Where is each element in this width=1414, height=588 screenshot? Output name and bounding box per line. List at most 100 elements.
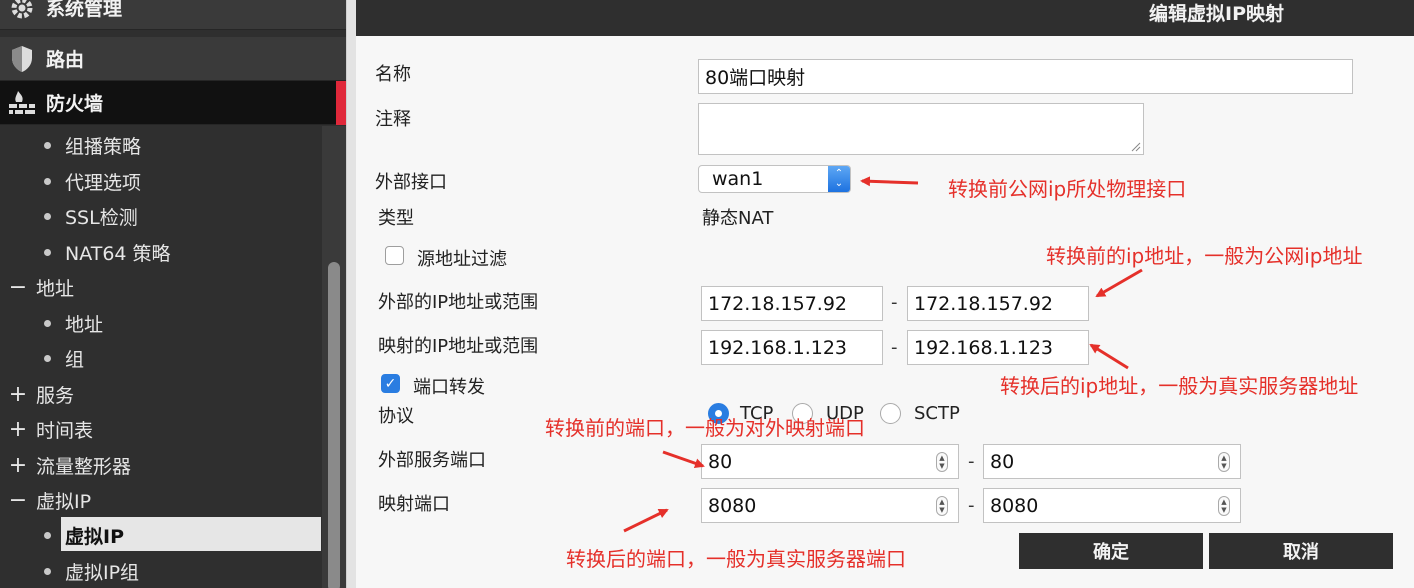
external-port-start-input[interactable]: 80 ▲ ▼ (701, 444, 959, 479)
type-value: 静态NAT (702, 208, 774, 229)
range-dash: - (968, 451, 975, 472)
resize-handle-icon[interactable] (1129, 140, 1141, 152)
external-interface-value: wan1 (712, 168, 764, 190)
name-input[interactable]: 80端口映射 (698, 59, 1353, 94)
bullet-icon (44, 354, 51, 362)
sidebar-item-address[interactable]: 地址 (0, 305, 322, 341)
mapped-port-label: 映射端口 (378, 494, 450, 515)
external-port-label: 外部服务端口 (378, 450, 486, 471)
range-dash: - (891, 337, 898, 358)
name-input-value: 80端口映射 (705, 67, 806, 89)
cancel-button[interactable]: 取消 (1209, 533, 1393, 569)
sidebar-group-label: 流量整形器 (36, 455, 132, 478)
sidebar-item-proxy-options[interactable]: 代理选项 (0, 163, 322, 199)
sidebar-item-address-group[interactable]: 组 (0, 340, 322, 376)
external-interface-select[interactable]: wan1 ⌃ ⌄ (698, 165, 851, 193)
collapse-icon: − (8, 487, 28, 513)
checkmark-icon: ✓ (384, 375, 397, 392)
mapped-port-start-value: 8080 (708, 494, 757, 517)
annotation-external-port: 转换前的端口，一般为对外映射端口 (545, 416, 865, 440)
source-filter-checkbox[interactable] (385, 246, 404, 265)
bullet-icon (44, 531, 51, 539)
annotation-external-interface: 转换前公网ip所处物理接口 (948, 177, 1187, 201)
sidebar-group-label: 服务 (36, 384, 75, 407)
sidebar-group-service[interactable]: + 服务 (0, 376, 322, 412)
sidebar-group-traffic-shaper[interactable]: + 流量整形器 (0, 447, 322, 483)
sidebar-item-label: 虚拟IP组 (65, 561, 140, 584)
protocol-sctp-label: SCTP (914, 403, 960, 424)
sidebar-group-label: 虚拟IP (36, 490, 92, 513)
page-title: 编辑虚拟IP映射 (1149, 3, 1284, 25)
dialog-titlebar: 编辑虚拟IP映射 (356, 0, 1414, 36)
sidebar-item-label: NAT64 策略 (65, 242, 171, 265)
ok-button[interactable]: 确定 (1019, 533, 1203, 569)
active-indicator (336, 81, 346, 125)
mapped-ip-end-input[interactable]: 192.168.1.123 (907, 330, 1089, 365)
port-forward-checkbox[interactable]: ✓ (381, 374, 400, 393)
sidebar-item-firewall[interactable]: 防火墙 (0, 81, 346, 125)
sidebar-item-label: 地址 (65, 313, 104, 336)
stepper-icon[interactable]: ▲ ▼ (1218, 452, 1230, 472)
sidebar-group-schedule[interactable]: + 时间表 (0, 411, 322, 447)
mapped-port-end-input[interactable]: 8080 ▲ ▼ (983, 488, 1241, 523)
external-ip-end-value: 172.18.157.92 (914, 292, 1054, 315)
external-port-end-value: 80 (990, 450, 1015, 473)
sidebar-item-ssl-inspection[interactable]: SSL检测 (0, 198, 322, 234)
sidebar-item-label: 系统管理 (46, 0, 123, 20)
annotation-external-ip: 转换前的ip地址，一般为公网ip地址 (1046, 244, 1363, 268)
sidebar-item-virtual-ip-group[interactable]: 虚拟IP组 (0, 553, 322, 588)
sidebar-item-system[interactable]: 系统管理 (0, 0, 346, 30)
sidebar-scrollbar[interactable] (322, 126, 346, 588)
gear-icon (4, 0, 40, 22)
mapped-port-end-value: 8080 (990, 494, 1039, 517)
name-label: 名称 (375, 64, 411, 85)
sidebar-item-label: 路由 (46, 49, 85, 71)
sidebar-item-router[interactable]: 路由 (0, 37, 346, 81)
protocol-label: 协议 (378, 406, 414, 427)
shield-icon (4, 45, 40, 73)
scrollbar-thumb[interactable] (328, 262, 340, 588)
stepper-icon[interactable]: ▲ ▼ (936, 452, 948, 472)
sidebar-item-label: 虚拟IP (65, 525, 124, 548)
expand-icon: + (8, 381, 28, 407)
protocol-sctp-radio[interactable] (880, 403, 901, 424)
external-port-start-value: 80 (708, 450, 733, 473)
bullet-icon (44, 319, 51, 327)
annotation-mapped-ip: 转换后的ip地址，一般为真实服务器地址 (1000, 374, 1359, 398)
stepper-icon[interactable]: ▲ ▼ (1218, 496, 1230, 516)
firewall-icon (4, 89, 40, 117)
sidebar-item-multicast-policy[interactable]: 组播策略 (0, 127, 322, 163)
bullet-icon (44, 212, 51, 220)
sidebar-item-label: SSL检测 (65, 206, 138, 229)
external-ip-start-input[interactable]: 172.18.157.92 (701, 286, 883, 321)
comment-textarea[interactable] (698, 103, 1144, 155)
comment-label: 注释 (375, 109, 411, 130)
mapped-ip-start-input[interactable]: 192.168.1.123 (701, 330, 883, 365)
sidebar-group-address[interactable]: − 地址 (0, 269, 322, 305)
panel-divider[interactable] (346, 0, 356, 588)
sidebar-item-label: 代理选项 (65, 171, 142, 194)
collapse-icon: − (8, 274, 28, 300)
sidebar-item-label: 防火墙 (46, 93, 104, 115)
bullet-icon (44, 141, 51, 149)
annotation-mapped-port: 转换后的端口，一般为真实服务器端口 (566, 547, 906, 571)
mapped-ip-start-value: 192.168.1.123 (708, 336, 848, 359)
mapped-ip-label: 映射的IP地址或范围 (378, 336, 539, 357)
chevron-updown-icon: ⌃ ⌄ (828, 166, 850, 192)
external-interface-label: 外部接口 (375, 172, 447, 193)
external-ip-label: 外部的IP地址或范围 (378, 292, 539, 313)
sidebar-item-virtual-ip[interactable]: 虚拟IP (0, 517, 322, 553)
external-ip-start-value: 172.18.157.92 (708, 292, 848, 315)
mapped-port-start-input[interactable]: 8080 ▲ ▼ (701, 488, 959, 523)
expand-icon: + (8, 416, 28, 442)
type-label: 类型 (378, 208, 414, 229)
sidebar-item-label: 组播策略 (65, 135, 142, 158)
stepper-icon[interactable]: ▲ ▼ (936, 496, 948, 516)
sidebar-group-virtual-ip[interactable]: − 虚拟IP (0, 482, 322, 518)
sidebar-item-nat64-policy[interactable]: NAT64 策略 (0, 234, 322, 270)
external-ip-end-input[interactable]: 172.18.157.92 (907, 286, 1089, 321)
port-forward-label: 端口转发 (413, 377, 485, 398)
range-dash: - (891, 292, 898, 313)
sidebar-group-label: 时间表 (36, 419, 94, 442)
external-port-end-input[interactable]: 80 ▲ ▼ (983, 444, 1241, 479)
